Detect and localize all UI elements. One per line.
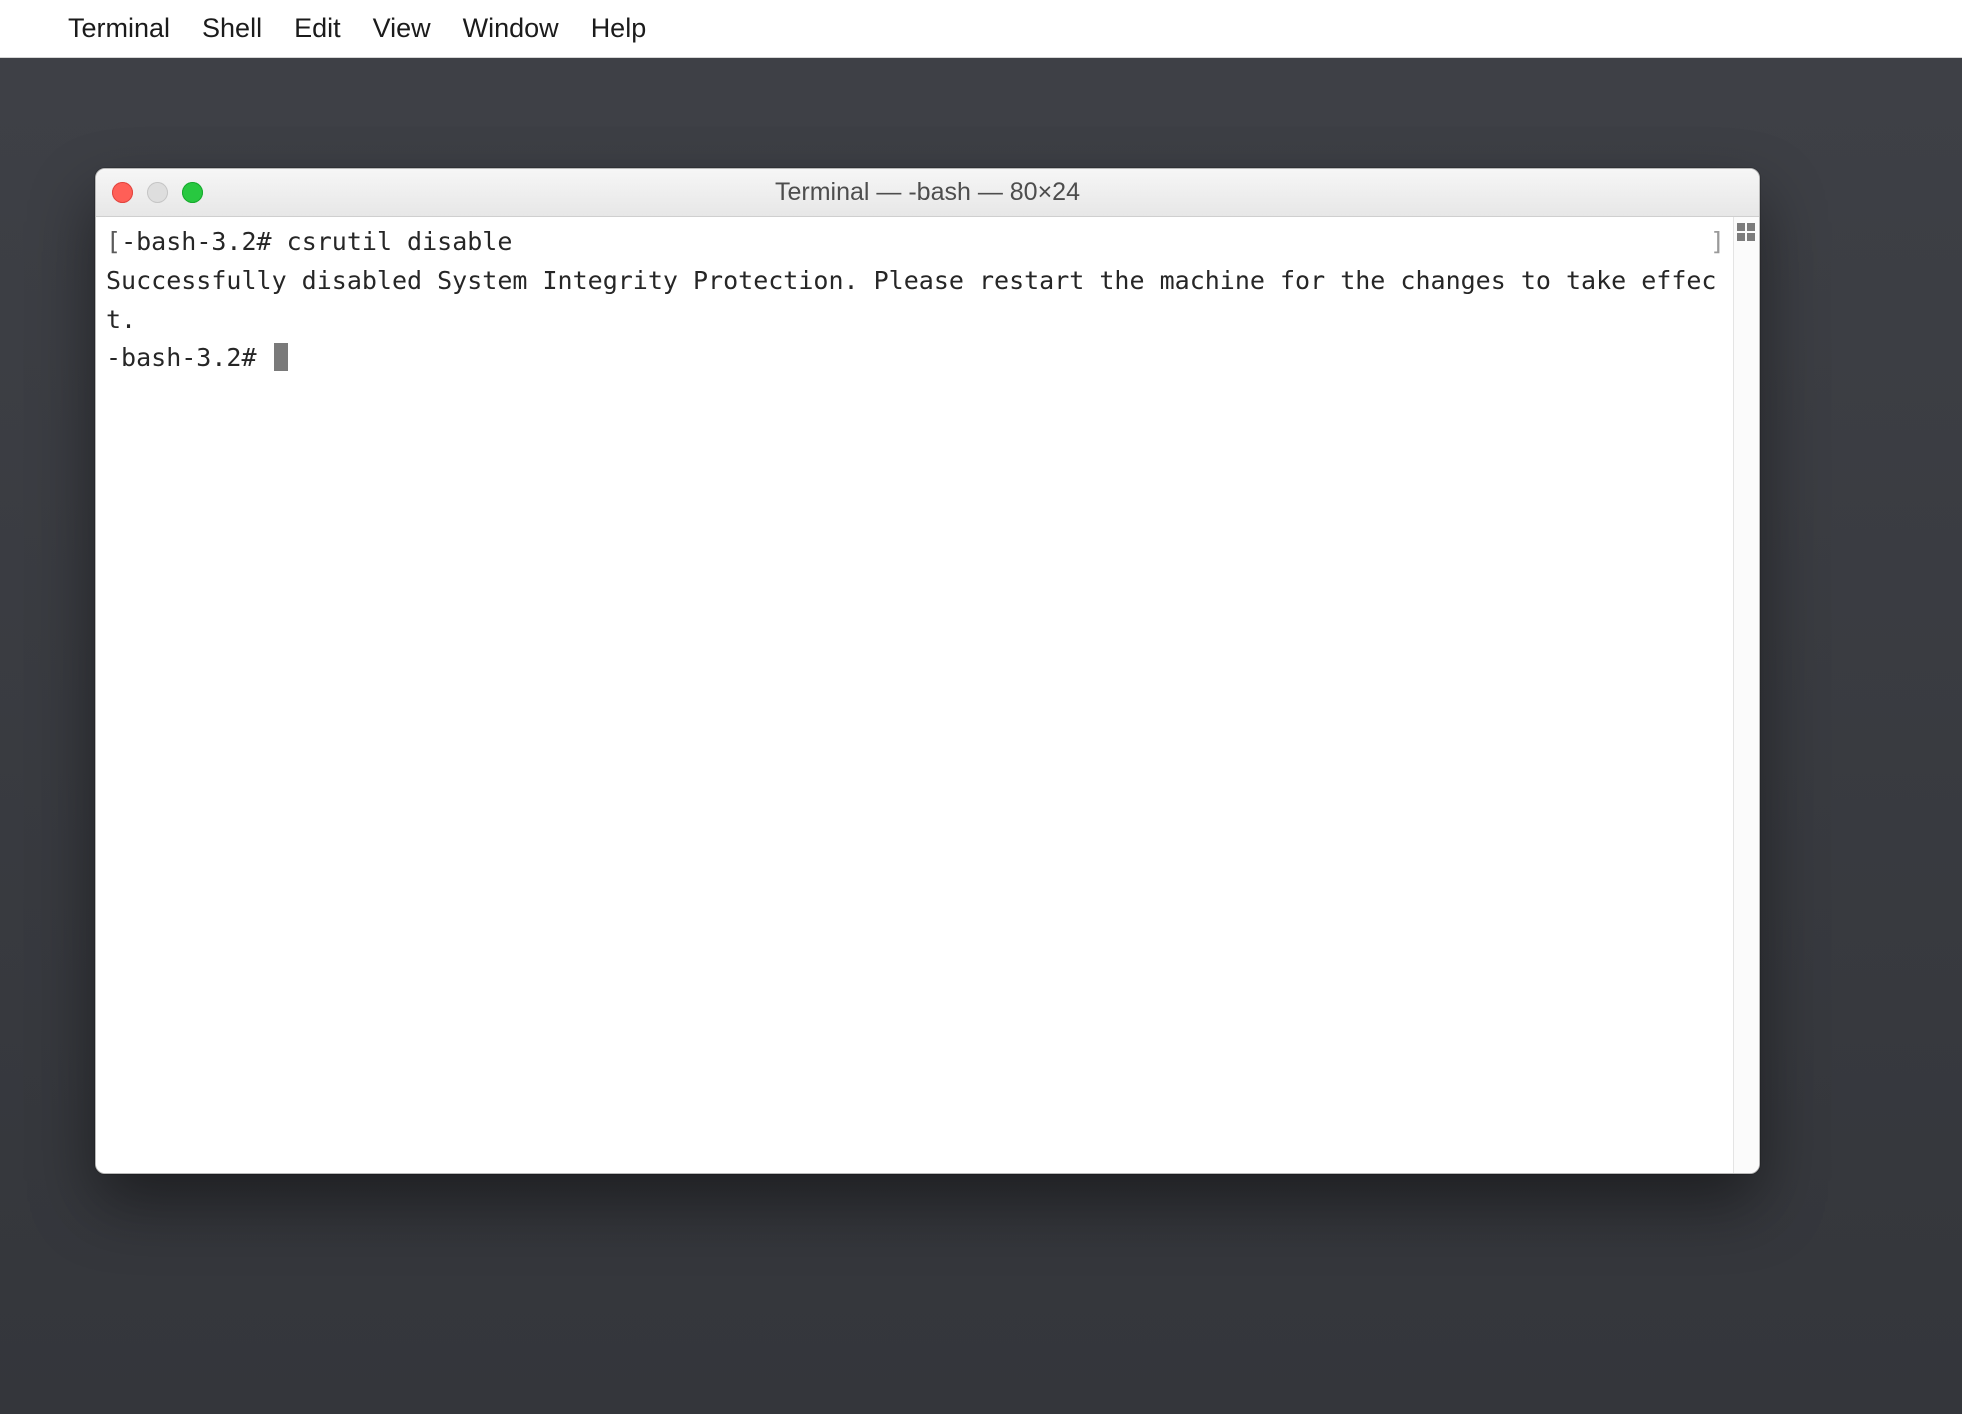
terminal-line: Successfully disabled System Integrity P… [106, 262, 1725, 340]
terminal-body-wrap: [-bash-3.2# csrutil disable]Successfully… [96, 217, 1759, 1173]
window-titlebar[interactable]: Terminal — -bash — 80×24 [96, 169, 1759, 217]
app-menu[interactable]: Terminal [68, 13, 170, 44]
grid-icon [1737, 223, 1755, 241]
terminal-window: Terminal — -bash — 80×24 [-bash-3.2# csr… [95, 168, 1760, 1174]
macos-menubar: Terminal Shell Edit View Window Help [0, 0, 1962, 58]
bracket-close: ] [1710, 223, 1725, 262]
menu-shell[interactable]: Shell [202, 13, 262, 44]
cursor-icon [274, 343, 288, 371]
traffic-lights [112, 182, 203, 203]
terminal-line: [-bash-3.2# csrutil disable] [106, 223, 1725, 262]
command-text: csrutil disable [287, 227, 513, 256]
terminal-output[interactable]: [-bash-3.2# csrutil disable]Successfully… [96, 217, 1733, 1173]
desktop: Terminal — -bash — 80×24 [-bash-3.2# csr… [0, 58, 1962, 1414]
close-icon[interactable] [112, 182, 133, 203]
window-title: Terminal — -bash — 80×24 [110, 178, 1745, 207]
terminal-line: -bash-3.2# [106, 339, 1725, 378]
menu-edit[interactable]: Edit [294, 13, 341, 44]
menu-view[interactable]: View [373, 13, 431, 44]
prompt: -bash-3.2# [121, 227, 287, 256]
menu-window[interactable]: Window [463, 13, 559, 44]
prompt: -bash-3.2# [106, 343, 272, 372]
scrollbar[interactable] [1733, 217, 1759, 1173]
minimize-icon[interactable] [147, 182, 168, 203]
bracket-open: [ [106, 227, 121, 256]
menu-help[interactable]: Help [591, 13, 647, 44]
zoom-icon[interactable] [182, 182, 203, 203]
